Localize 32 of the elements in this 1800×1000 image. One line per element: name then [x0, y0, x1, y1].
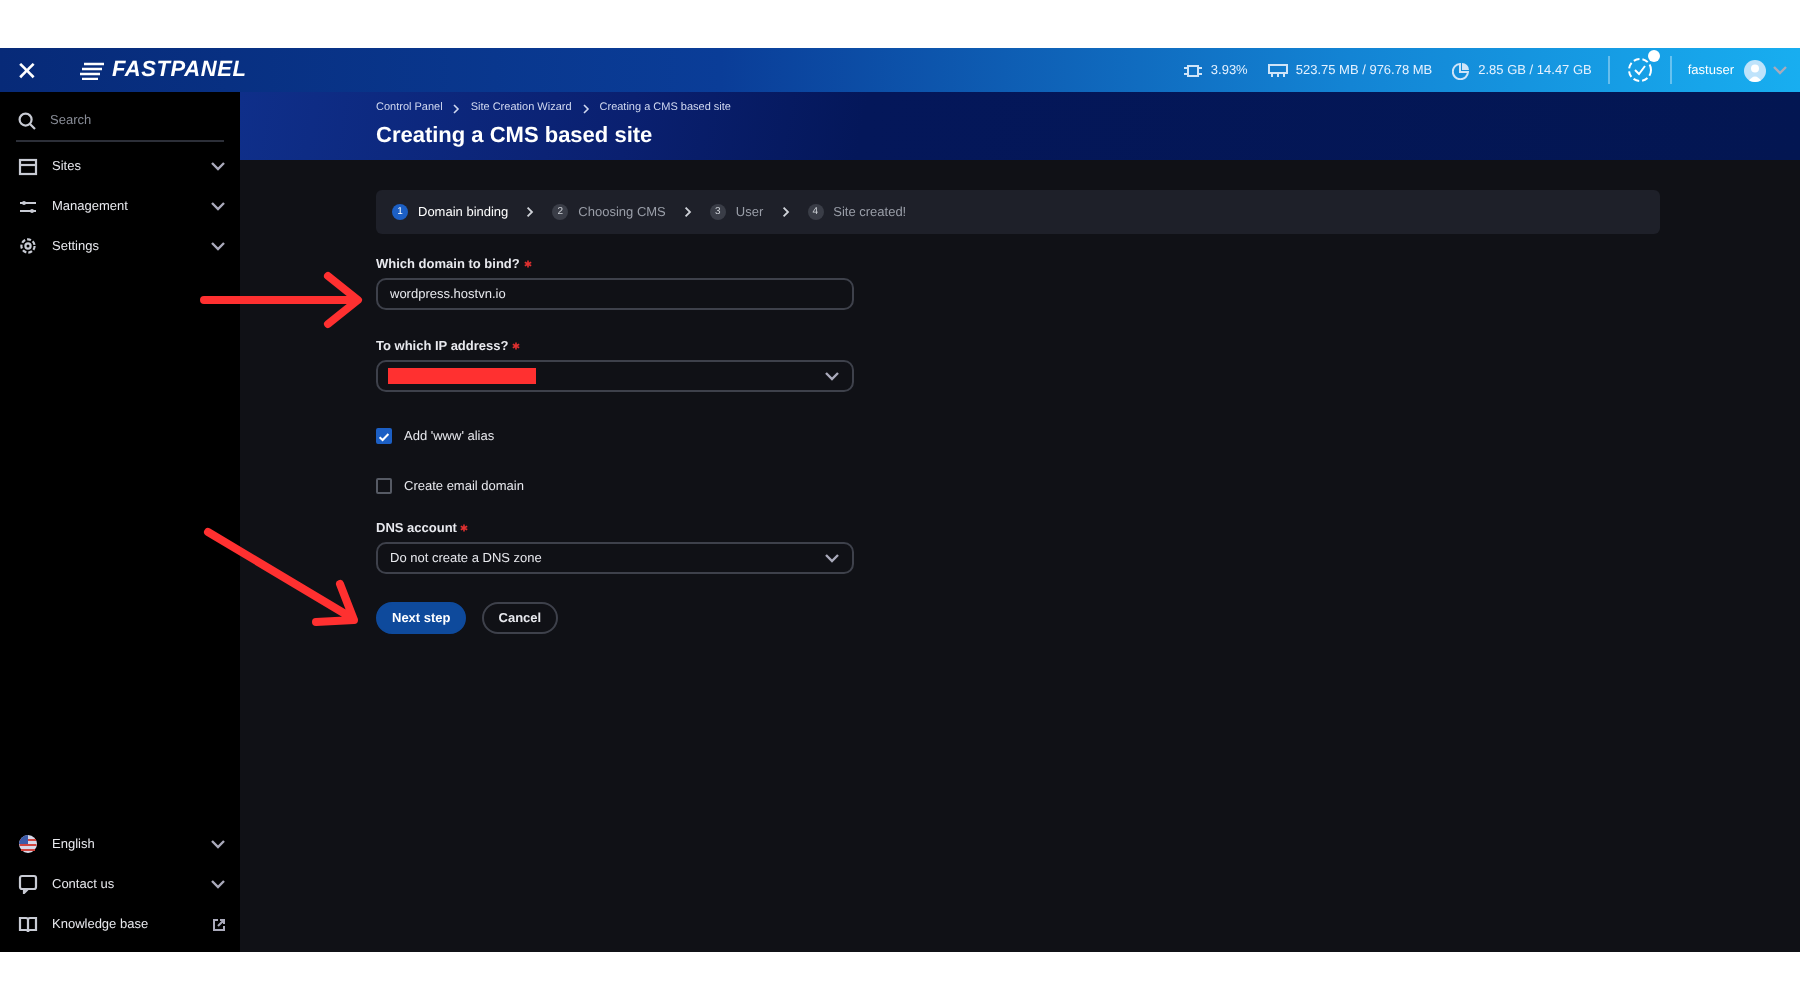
- tasks-icon[interactable]: [1625, 56, 1654, 84]
- book-icon: [18, 914, 38, 934]
- avatar-icon[interactable]: [1744, 59, 1766, 81]
- browser-window-icon: [18, 157, 38, 175]
- memory-icon: [1267, 62, 1288, 78]
- chat-icon: [18, 874, 38, 894]
- pie-chart-icon: [1452, 61, 1471, 79]
- chevron-right-icon: [683, 205, 692, 217]
- chevron-right-icon: [452, 103, 461, 113]
- chevron-icon: [210, 838, 226, 850]
- chevron-icon: [824, 370, 840, 382]
- chevron-icon: [210, 160, 226, 172]
- chevron-right-icon: [526, 205, 535, 217]
- settings-icon: [18, 236, 38, 256]
- chevron-icon: [824, 552, 840, 564]
- page-title: Creating a CMS based site: [376, 124, 655, 148]
- checkbox[interactable]: [376, 428, 392, 444]
- flag-icon: [18, 834, 38, 854]
- chevron-icon: [1772, 64, 1788, 76]
- select-field[interactable]: [376, 360, 854, 392]
- chevron-right-icon: [781, 205, 790, 217]
- sliders-icon: [18, 197, 38, 215]
- chevron-icon: [210, 200, 226, 212]
- close-icon[interactable]: ✕: [16, 57, 40, 83]
- logo-icon: [80, 61, 106, 79]
- app-logo[interactable]: FASTPANEL: [112, 58, 247, 82]
- chevron-right-icon: [581, 103, 590, 113]
- chevron-icon: [210, 240, 226, 252]
- chip-icon: [1184, 61, 1203, 79]
- search-icon: [18, 112, 36, 130]
- checkbox[interactable]: [376, 478, 392, 494]
- chevron-icon: [210, 878, 226, 890]
